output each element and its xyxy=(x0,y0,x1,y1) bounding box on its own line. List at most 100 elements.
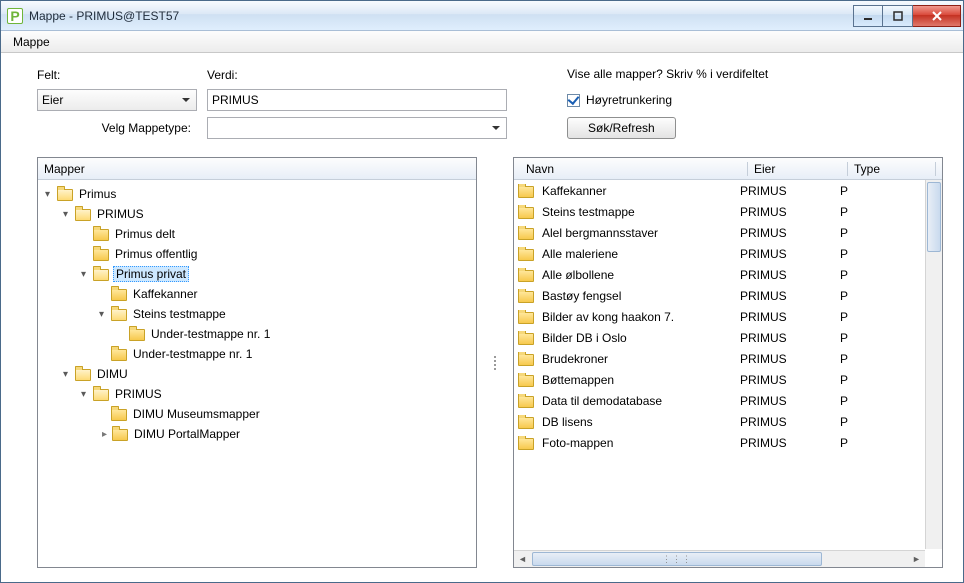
folder-icon xyxy=(518,185,534,197)
cell-navn: Foto-mappen xyxy=(542,436,613,450)
cell-eier: PRIMUS xyxy=(740,373,840,387)
split-panes: Mapper Primus PRIMUS Primus delt Primus … xyxy=(37,157,943,568)
table-row[interactable]: Alle ølbollenePRIMUSP xyxy=(514,264,942,285)
list-pane: Navn Eier Type KaffekannerPRIMUSP Steins … xyxy=(513,157,943,568)
table-row[interactable]: Data til demodatabasePRIMUSP xyxy=(514,390,942,411)
table-row[interactable]: BøttemappenPRIMUSP xyxy=(514,369,942,390)
col-navn[interactable]: Navn xyxy=(520,162,748,176)
tree-node-kaffe[interactable]: Kaffekanner xyxy=(96,284,474,304)
cell-eier: PRIMUS xyxy=(740,331,840,345)
folder-icon xyxy=(93,248,109,260)
tree-node-dimu-museum[interactable]: DIMU Museumsmapper xyxy=(96,404,474,424)
table-row[interactable]: Bastøy fengsel PRIMUSP xyxy=(514,285,942,306)
vertical-scrollbar[interactable] xyxy=(925,180,942,549)
scroll-thumb[interactable] xyxy=(927,182,941,252)
folder-icon xyxy=(75,208,91,220)
mappetype-combo[interactable] xyxy=(207,117,507,139)
cell-eier: PRIMUS xyxy=(740,289,840,303)
mappetype-label: Velg Mappetype: xyxy=(37,121,197,135)
cell-navn: Brudekroner xyxy=(542,352,608,366)
minimize-button[interactable] xyxy=(853,5,883,27)
table-row[interactable]: KaffekannerPRIMUSP xyxy=(514,180,942,201)
cell-eier: PRIMUS xyxy=(740,226,840,240)
search-button[interactable]: Søk/Refresh xyxy=(567,117,676,139)
tree-header: Mapper xyxy=(38,158,476,180)
folder-icon xyxy=(518,395,534,407)
menu-mappe[interactable]: Mappe xyxy=(5,33,58,51)
tree-node-steins[interactable]: Steins testmappe xyxy=(96,304,474,324)
cell-type: P xyxy=(840,415,900,429)
tree-pane: Mapper Primus PRIMUS Primus delt Primus … xyxy=(37,157,477,568)
table-row[interactable]: Steins testmappePRIMUSP xyxy=(514,201,942,222)
col-eier[interactable]: Eier xyxy=(748,162,848,176)
list-body[interactable]: KaffekannerPRIMUSP Steins testmappe PRIMUS… xyxy=(514,180,942,550)
folder-icon xyxy=(518,416,534,428)
table-row[interactable]: Alle malerienePRIMUSP xyxy=(514,243,942,264)
scroll-right-icon[interactable]: ► xyxy=(908,551,925,567)
table-row[interactable]: DB lisensPRIMUSP xyxy=(514,411,942,432)
table-row[interactable]: Alel bergmannsstaver PRIMUSP xyxy=(514,222,942,243)
folder-icon xyxy=(112,428,128,440)
tree-node-under1[interactable]: Under-testmappe nr. 1 xyxy=(114,324,474,344)
tree-node-dimu-primus[interactable]: PRIMUS xyxy=(78,384,474,404)
table-row[interactable]: Bilder DB i OsloPRIMUSP xyxy=(514,327,942,348)
cell-navn: Data til demodatabase xyxy=(542,394,662,408)
titlebar[interactable]: P Mappe - PRIMUS@TEST57 xyxy=(1,1,963,31)
tree-node-delt[interactable]: Primus delt xyxy=(78,224,474,244)
cell-eier: PRIMUS xyxy=(740,184,840,198)
folder-tree[interactable]: Primus PRIMUS Primus delt Primus offentl… xyxy=(38,180,476,567)
verdi-input[interactable]: PRIMUS xyxy=(207,89,507,111)
tree-node-dimu[interactable]: DIMU xyxy=(60,364,474,384)
tree-node-dimu-portal[interactable]: DIMU PortalMapper xyxy=(96,424,474,444)
app-icon: P xyxy=(7,8,23,24)
close-button[interactable] xyxy=(913,5,961,27)
folder-icon xyxy=(518,437,534,449)
cell-type: P xyxy=(840,226,900,240)
folder-icon xyxy=(518,353,534,365)
folder-icon xyxy=(93,388,109,400)
trunc-checkbox[interactable] xyxy=(567,94,580,107)
folder-icon xyxy=(129,328,145,340)
cell-navn: Bastøy fengsel xyxy=(542,289,621,303)
folder-icon xyxy=(93,228,109,240)
tree-node-primus[interactable]: PRIMUS xyxy=(60,204,474,224)
search-button-label: Søk/Refresh xyxy=(588,121,655,135)
folder-icon xyxy=(518,374,534,386)
tree-node-under1b[interactable]: Under-testmappe nr. 1 xyxy=(96,344,474,364)
tree-node-offentlig[interactable]: Primus offentlig xyxy=(78,244,474,264)
cell-type: P xyxy=(840,289,900,303)
cell-type: P xyxy=(840,373,900,387)
folder-icon xyxy=(518,227,534,239)
cell-type: P xyxy=(840,205,900,219)
cell-navn: Alle ølbollene xyxy=(542,268,614,282)
cell-type: P xyxy=(840,352,900,366)
table-row[interactable]: Foto-mappenPRIMUSP xyxy=(514,432,942,453)
cell-navn: Steins testmappe xyxy=(542,205,635,219)
tree-header-label: Mapper xyxy=(44,162,85,176)
cell-navn: Alel bergmannsstaver xyxy=(542,226,658,240)
folder-icon xyxy=(518,311,534,323)
scroll-left-icon[interactable]: ◄ xyxy=(514,551,531,567)
client-area: Felt: Verdi: Vise alle mapper? Skriv % i… xyxy=(1,53,963,582)
cell-navn: DB lisens xyxy=(542,415,593,429)
col-type[interactable]: Type xyxy=(848,162,936,176)
table-row[interactable]: BrudekronerPRIMUSP xyxy=(514,348,942,369)
cell-eier: PRIMUS xyxy=(740,247,840,261)
folder-icon xyxy=(111,408,127,420)
trunc-label: Høyretrunkering xyxy=(586,93,672,107)
cell-type: P xyxy=(840,268,900,282)
verdi-label: Verdi: xyxy=(207,68,507,82)
verdi-value: PRIMUS xyxy=(212,93,259,107)
list-header: Navn Eier Type xyxy=(514,158,942,180)
scroll-thumb[interactable]: ⋮⋮⋮ xyxy=(532,552,822,566)
horizontal-scrollbar[interactable]: ◄ ⋮⋮⋮ ► xyxy=(514,550,925,567)
tree-node-privat[interactable]: Primus privat xyxy=(78,264,474,284)
app-window: P Mappe - PRIMUS@TEST57 Mappe Felt: Verd… xyxy=(0,0,964,583)
felt-label: Felt: xyxy=(37,68,197,82)
table-row[interactable]: Bilder av kong haakon 7.PRIMUSP xyxy=(514,306,942,327)
splitter[interactable] xyxy=(493,157,497,568)
folder-icon xyxy=(75,368,91,380)
felt-combo[interactable]: Eier xyxy=(37,89,197,111)
maximize-button[interactable] xyxy=(883,5,913,27)
tree-node-primus-root[interactable]: Primus xyxy=(42,184,474,204)
